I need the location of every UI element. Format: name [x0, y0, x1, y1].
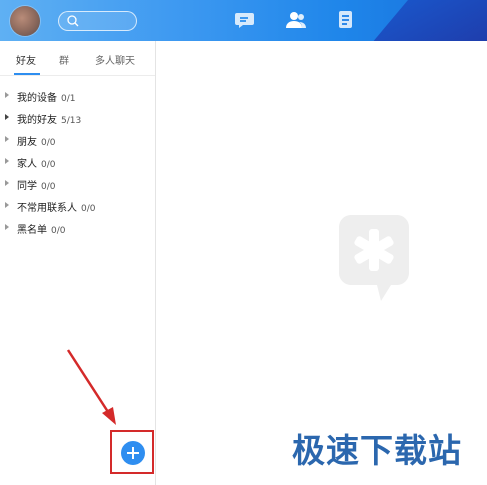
- group-count: 0/0: [41, 182, 56, 192]
- group-family[interactable]: 家人 0/0: [0, 152, 155, 172]
- group-count: 5/13: [61, 116, 82, 126]
- messages-icon[interactable]: [234, 8, 258, 32]
- tabs-divider: [0, 75, 155, 76]
- group-my-devices[interactable]: 我的设备 0/1: [0, 86, 155, 106]
- group-name: 家人: [17, 159, 37, 170]
- expand-arrow-icon: [5, 158, 9, 164]
- expand-arrow-icon: [5, 114, 9, 120]
- group-my-friends[interactable]: 我的好友 5/13: [0, 108, 155, 128]
- contacts-icon[interactable]: [284, 8, 308, 32]
- empty-chat-placeholder-icon: [339, 215, 409, 301]
- tab-friends[interactable]: 好友: [16, 52, 36, 67]
- watermark-text: 极速下载站: [292, 431, 462, 470]
- group-count: 0/0: [41, 160, 56, 170]
- contact-tabs: 好友 群 多人聊天: [0, 41, 155, 75]
- search-icon: [67, 15, 79, 27]
- expand-arrow-icon: [5, 136, 9, 142]
- group-count: 0/0: [41, 138, 56, 148]
- topbar-corner-decoration: [357, 0, 487, 41]
- tab-groups[interactable]: 群: [59, 52, 69, 67]
- group-count: 0/0: [81, 204, 96, 214]
- group-count: 0/0: [51, 226, 66, 236]
- group-friends[interactable]: 朋友 0/0: [0, 130, 155, 150]
- annotation-arrow-icon: [66, 349, 116, 425]
- group-name: 朋友: [17, 137, 37, 148]
- expand-arrow-icon: [5, 224, 9, 230]
- expand-arrow-icon: [5, 180, 9, 186]
- notes-icon[interactable]: [334, 8, 358, 32]
- group-name: 黑名单: [17, 225, 47, 236]
- group-classmates[interactable]: 同学 0/0: [0, 174, 155, 194]
- group-count: 0/1: [61, 94, 76, 104]
- expand-arrow-icon: [5, 202, 9, 208]
- expand-arrow-icon: [5, 92, 9, 98]
- group-name: 不常用联系人: [17, 203, 77, 214]
- search-box[interactable]: [58, 11, 137, 31]
- group-name: 我的设备: [17, 93, 57, 104]
- group-name: 同学: [17, 181, 37, 192]
- avatar[interactable]: [10, 6, 40, 36]
- group-name: 我的好友: [17, 115, 57, 126]
- main-content-area: [156, 41, 487, 485]
- add-contact-button[interactable]: [121, 441, 145, 465]
- tab-multi-chat[interactable]: 多人聊天: [95, 52, 135, 67]
- group-infrequent-contacts[interactable]: 不常用联系人 0/0: [0, 196, 155, 216]
- top-bar: [0, 0, 487, 41]
- search-input[interactable]: [81, 13, 135, 31]
- group-blacklist[interactable]: 黑名单 0/0: [0, 218, 155, 238]
